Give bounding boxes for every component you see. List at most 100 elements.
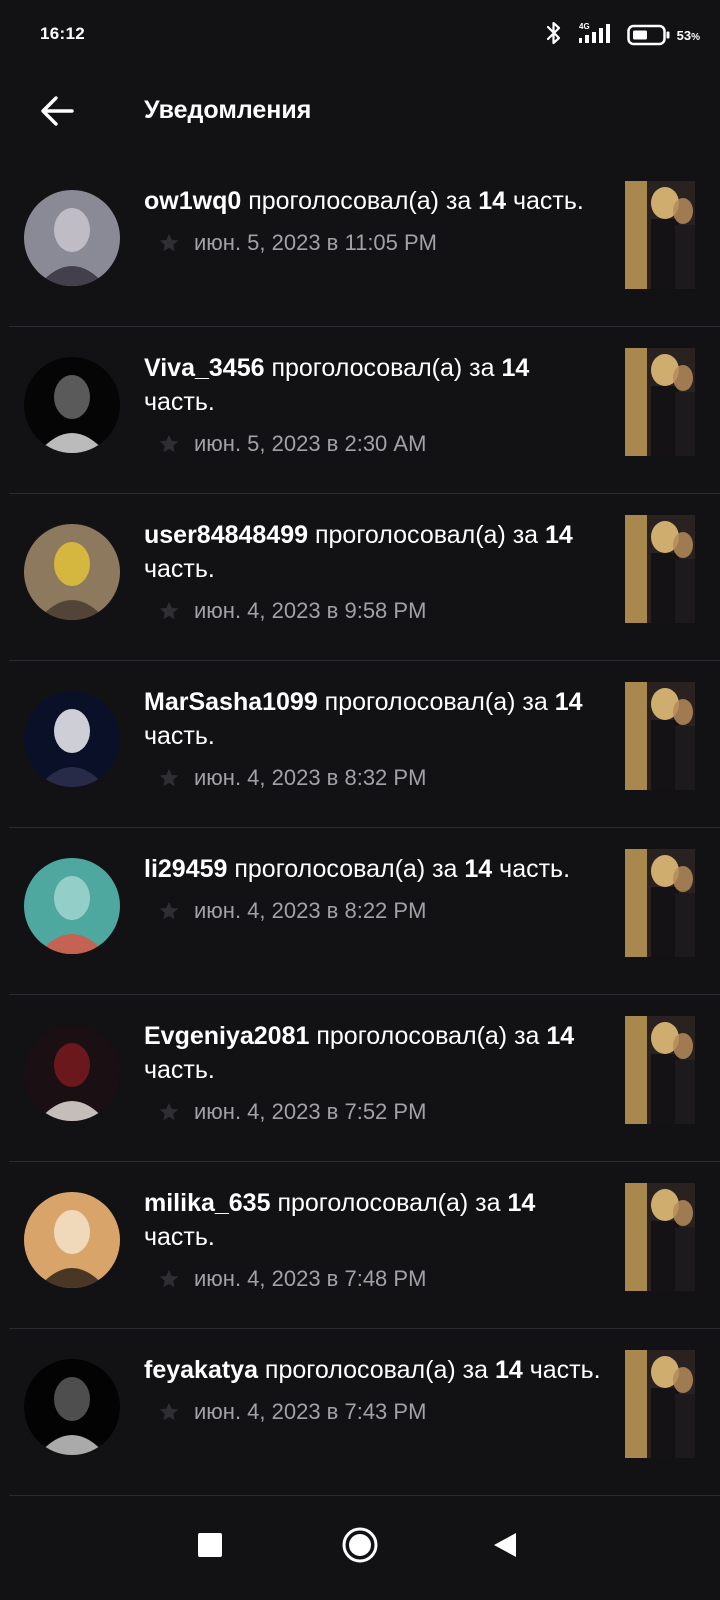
bluetooth-icon — [545, 20, 563, 51]
action-text: проголосовал(а) за — [308, 521, 546, 549]
action-text: проголосовал(а) за — [257, 1356, 495, 1384]
status-icons: 4G 53% — [533, 21, 700, 49]
status-bar: 16:12 4G 53% — [0, 0, 720, 70]
star-icon — [158, 767, 180, 789]
username[interactable]: Viva_3456 — [144, 354, 265, 382]
timestamp: июн. 5, 2023 в 2:30 AM — [194, 431, 427, 456]
notification-item[interactable]: milika_635 проголосовал(а) за 14 часть. и… — [0, 1162, 720, 1329]
notification-list: ow1wq0 проголосовал(а) за 14 часть. июн. … — [0, 160, 720, 1496]
notification-item[interactable]: Evgeniya2081 проголосовал(а) за 14 часть… — [0, 995, 720, 1162]
notification-meta: июн. 5, 2023 в 11:05 PM — [144, 226, 604, 260]
chapter-number: 14 — [545, 521, 573, 549]
notification-message: user84848499 проголосовал(а) за 14 часть… — [144, 518, 604, 586]
story-cover-thumbnail[interactable] — [625, 849, 695, 957]
username[interactable]: user84848499 — [144, 521, 308, 549]
username[interactable]: ow1wq0 — [144, 187, 241, 215]
home-button[interactable] — [325, 1510, 395, 1580]
action-text: проголосовал(а) за — [241, 187, 479, 215]
notification-meta: июн. 4, 2023 в 9:58 PM — [144, 594, 604, 628]
notification-item[interactable]: user84848499 проголосовал(а) за 14 часть… — [0, 494, 720, 661]
notification-text: feyakatya проголосовал(а) за 14 часть. ию… — [144, 1353, 604, 1429]
timestamp: июн. 4, 2023 в 8:32 PM — [194, 765, 427, 790]
back-button[interactable] — [30, 84, 84, 138]
action-text: проголосовал(а) за — [270, 1189, 508, 1217]
star-icon — [158, 433, 180, 455]
timestamp: июн. 4, 2023 в 7:43 PM — [194, 1399, 427, 1424]
chapter-number: 14 — [478, 187, 507, 215]
avatar[interactable] — [24, 691, 120, 787]
star-icon — [158, 1101, 180, 1123]
username[interactable]: MarSasha1099 — [144, 688, 318, 716]
notification-text: li29459 проголосовал(а) за 14 часть. июн.… — [144, 852, 604, 928]
status-time: 16:12 — [40, 24, 85, 43]
signal-icon: 4G — [575, 21, 615, 50]
notification-meta: июн. 4, 2023 в 7:43 PM — [144, 1395, 604, 1429]
story-cover-thumbnail[interactable] — [625, 515, 695, 623]
avatar[interactable] — [24, 524, 120, 620]
notification-text: ow1wq0 проголосовал(а) за 14 часть. июн. … — [144, 184, 604, 260]
chapter-number: 14 — [546, 1022, 575, 1050]
story-cover-thumbnail[interactable] — [625, 682, 695, 790]
arrow-left-icon — [41, 96, 74, 126]
chapter-suffix: часть. — [522, 1356, 601, 1384]
action-text: проголосовал(а) за — [309, 1022, 547, 1050]
star-icon — [158, 1268, 180, 1290]
app-bar: Уведомления — [0, 70, 720, 154]
recents-square-icon — [198, 1533, 222, 1557]
notification-meta: июн. 4, 2023 в 7:48 PM — [144, 1262, 604, 1296]
notification-item[interactable]: Viva_3456 проголосовал(а) за 14 часть. ию… — [0, 327, 720, 494]
avatar[interactable] — [24, 1192, 120, 1288]
notification-message: feyakatya проголосовал(а) за 14 часть. — [144, 1353, 604, 1387]
notification-message: milika_635 проголосовал(а) за 14 часть. — [144, 1186, 604, 1254]
notification-item[interactable]: feyakatya проголосовал(а) за 14 часть. ию… — [0, 1329, 720, 1496]
story-cover-thumbnail[interactable] — [625, 1183, 695, 1291]
notification-item[interactable]: MarSasha1099 проголосовал(а) за 14 часть… — [0, 661, 720, 828]
avatar[interactable] — [24, 858, 120, 954]
notification-text: MarSasha1099 проголосовал(а) за 14 часть… — [144, 685, 604, 795]
chapter-number: 14 — [554, 688, 583, 716]
notification-text: Evgeniya2081 проголосовал(а) за 14 часть… — [144, 1019, 604, 1129]
story-cover-thumbnail[interactable] — [625, 348, 695, 456]
timestamp: июн. 4, 2023 в 7:52 PM — [194, 1099, 427, 1124]
notification-text: milika_635 проголосовал(а) за 14 часть. и… — [144, 1186, 604, 1296]
chapter-suffix: часть. — [492, 855, 571, 883]
avatar[interactable] — [24, 1359, 120, 1455]
username[interactable]: feyakatya — [144, 1356, 258, 1384]
notification-item[interactable]: ow1wq0 проголосовал(а) за 14 часть. июн. … — [0, 160, 720, 327]
notification-text: Viva_3456 проголосовал(а) за 14 часть. ию… — [144, 351, 604, 461]
star-icon — [158, 1401, 180, 1423]
notification-message: MarSasha1099 проголосовал(а) за 14 часть… — [144, 685, 604, 753]
avatar[interactable] — [24, 1025, 120, 1121]
battery-icon — [626, 24, 670, 46]
avatar[interactable] — [24, 357, 120, 453]
notification-message: Evgeniya2081 проголосовал(а) за 14 часть… — [144, 1019, 604, 1087]
chapter-number: 14 — [494, 1356, 523, 1384]
notification-meta: июн. 4, 2023 в 7:52 PM — [144, 1095, 604, 1129]
home-circle-icon — [342, 1527, 378, 1563]
story-cover-thumbnail[interactable] — [625, 1016, 695, 1124]
page-title: Уведомления — [144, 96, 312, 124]
username[interactable]: Evgeniya2081 — [144, 1022, 309, 1050]
back-nav-button[interactable] — [470, 1510, 540, 1580]
action-text: проголосовал(а) за — [227, 855, 465, 883]
notification-meta: июн. 4, 2023 в 8:22 PM — [144, 894, 604, 928]
chapter-suffix: часть. — [506, 187, 584, 215]
story-cover-thumbnail[interactable] — [625, 1350, 695, 1458]
notification-item[interactable]: li29459 проголосовал(а) за 14 часть. июн.… — [0, 828, 720, 995]
recents-button[interactable] — [175, 1510, 245, 1580]
story-cover-thumbnail[interactable] — [625, 181, 695, 289]
timestamp: июн. 4, 2023 в 7:48 PM — [194, 1266, 427, 1291]
notification-message: Viva_3456 проголосовал(а) за 14 часть. — [144, 351, 604, 419]
star-icon — [158, 600, 180, 622]
avatar[interactable] — [24, 190, 120, 286]
star-icon — [158, 232, 180, 254]
username[interactable]: milika_635 — [144, 1189, 271, 1217]
action-text: проголосовал(а) за — [264, 354, 502, 382]
notification-meta: июн. 4, 2023 в 8:32 PM — [144, 761, 604, 795]
username[interactable]: li29459 — [144, 855, 227, 883]
network-label: 4G — [579, 22, 590, 31]
battery-percent: 53% — [676, 27, 700, 43]
notification-message: ow1wq0 проголосовал(а) за 14 часть. — [144, 184, 604, 218]
action-text: проголосовал(а) за — [317, 688, 555, 716]
notification-meta: июн. 5, 2023 в 2:30 AM — [144, 427, 604, 461]
